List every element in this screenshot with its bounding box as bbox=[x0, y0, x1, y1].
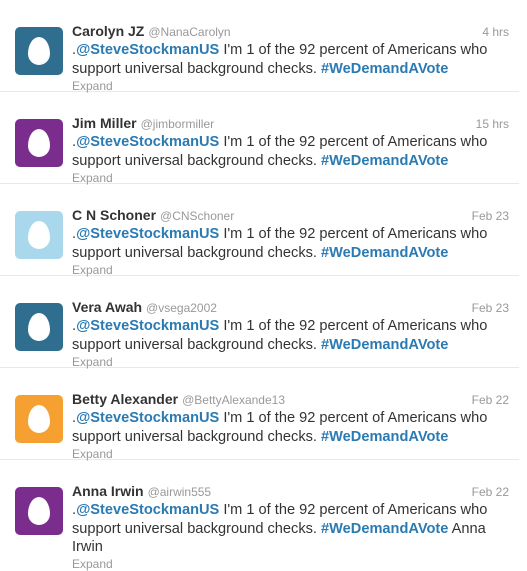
tweet-hashtag-link[interactable]: #WeDemandAVote bbox=[321, 61, 448, 77]
tweet-author-name[interactable]: Betty Alexander bbox=[72, 391, 178, 407]
tweet-author-name[interactable]: Carolyn JZ bbox=[72, 23, 144, 39]
tweet-header: C N Schoner @CNSchoner Feb 23 bbox=[72, 207, 509, 225]
tweet-text: .@SteveStockmanUS I'm 1 of the 92 percen… bbox=[72, 317, 507, 354]
tweet-hashtag-link[interactable]: #WeDemandAVote bbox=[321, 153, 448, 169]
default-egg-avatar-icon bbox=[28, 405, 50, 433]
tweet-timestamp[interactable]: Feb 22 bbox=[472, 485, 509, 499]
tweet-header: Jim Miller @jimbormiller 15 hrs bbox=[72, 115, 509, 133]
expand-link[interactable]: Expand bbox=[72, 557, 113, 571]
tweet-author-handle[interactable]: @vsega2002 bbox=[146, 301, 217, 315]
tweet-timestamp[interactable]: Feb 22 bbox=[472, 393, 509, 407]
tweet-item[interactable]: Carolyn JZ @NanaCarolyn 4 hrs .@SteveSto… bbox=[0, 0, 519, 93]
avatar[interactable] bbox=[15, 27, 63, 75]
tweet-header: Anna Irwin @airwin555 Feb 22 bbox=[72, 483, 509, 501]
tweet-header: Vera Awah @vsega2002 Feb 23 bbox=[72, 299, 509, 317]
tweet-author-handle[interactable]: @BettyAlexande13 bbox=[182, 393, 285, 407]
tweet-item[interactable]: Vera Awah @vsega2002 Feb 23 .@SteveStock… bbox=[0, 276, 519, 369]
tweet-hashtag-link[interactable]: #WeDemandAVote bbox=[321, 521, 448, 537]
tweet-hashtag-link[interactable]: #WeDemandAVote bbox=[321, 245, 448, 261]
tweet-mention-link[interactable]: @SteveStockmanUS bbox=[76, 42, 219, 58]
expand-link[interactable]: Expand bbox=[72, 447, 113, 461]
avatar[interactable] bbox=[15, 395, 63, 443]
tweet-timestamp[interactable]: 15 hrs bbox=[476, 117, 509, 131]
tweet-author-name[interactable]: Anna Irwin bbox=[72, 483, 144, 499]
expand-link[interactable]: Expand bbox=[72, 171, 113, 185]
tweet-text: .@SteveStockmanUS I'm 1 of the 92 percen… bbox=[72, 133, 507, 170]
avatar[interactable] bbox=[15, 303, 63, 351]
tweet-timestamp[interactable]: Feb 23 bbox=[472, 209, 509, 223]
tweet-mention-link[interactable]: @SteveStockmanUS bbox=[76, 318, 219, 334]
tweet-author-name[interactable]: Vera Awah bbox=[72, 299, 142, 315]
tweet-author-name[interactable]: C N Schoner bbox=[72, 207, 156, 223]
tweet-author-handle[interactable]: @CNSchoner bbox=[160, 209, 234, 223]
tweet-item[interactable]: C N Schoner @CNSchoner Feb 23 .@SteveSto… bbox=[0, 184, 519, 277]
tweet-text: .@SteveStockmanUS I'm 1 of the 92 percen… bbox=[72, 501, 507, 557]
expand-link[interactable]: Expand bbox=[72, 355, 113, 369]
default-egg-avatar-icon bbox=[28, 497, 50, 525]
tweet-item[interactable]: Jim Miller @jimbormiller 15 hrs .@SteveS… bbox=[0, 92, 519, 185]
expand-link[interactable]: Expand bbox=[72, 263, 113, 277]
tweet-mention-link[interactable]: @SteveStockmanUS bbox=[76, 502, 219, 518]
tweet-header: Betty Alexander @BettyAlexande13 Feb 22 bbox=[72, 391, 509, 409]
tweet-author-name[interactable]: Jim Miller bbox=[72, 115, 137, 131]
tweet-mention-link[interactable]: @SteveStockmanUS bbox=[76, 134, 219, 150]
tweet-item[interactable]: Betty Alexander @BettyAlexande13 Feb 22 … bbox=[0, 368, 519, 461]
expand-link[interactable]: Expand bbox=[72, 79, 113, 93]
default-egg-avatar-icon bbox=[28, 313, 50, 341]
avatar[interactable] bbox=[15, 119, 63, 167]
tweet-author-handle[interactable]: @jimbormiller bbox=[141, 117, 215, 131]
default-egg-avatar-icon bbox=[28, 221, 50, 249]
tweet-mention-link[interactable]: @SteveStockmanUS bbox=[76, 410, 219, 426]
tweet-text: .@SteveStockmanUS I'm 1 of the 92 percen… bbox=[72, 41, 507, 78]
tweet-text: .@SteveStockmanUS I'm 1 of the 92 percen… bbox=[72, 225, 507, 262]
tweet-mention-link[interactable]: @SteveStockmanUS bbox=[76, 226, 219, 242]
default-egg-avatar-icon bbox=[28, 37, 50, 65]
avatar[interactable] bbox=[15, 487, 63, 535]
tweet-timeline: Carolyn JZ @NanaCarolyn 4 hrs .@SteveSto… bbox=[0, 0, 519, 571]
tweet-item[interactable]: Anna Irwin @airwin555 Feb 22 .@SteveStoc… bbox=[0, 460, 519, 571]
tweet-author-handle[interactable]: @airwin555 bbox=[148, 485, 212, 499]
tweet-header: Carolyn JZ @NanaCarolyn 4 hrs bbox=[72, 23, 509, 41]
tweet-hashtag-link[interactable]: #WeDemandAVote bbox=[321, 337, 448, 353]
tweet-timestamp[interactable]: 4 hrs bbox=[482, 25, 509, 39]
default-egg-avatar-icon bbox=[28, 129, 50, 157]
tweet-hashtag-link[interactable]: #WeDemandAVote bbox=[321, 429, 448, 445]
tweet-author-handle[interactable]: @NanaCarolyn bbox=[148, 25, 230, 39]
tweet-text: .@SteveStockmanUS I'm 1 of the 92 percen… bbox=[72, 409, 507, 446]
avatar[interactable] bbox=[15, 211, 63, 259]
tweet-timestamp[interactable]: Feb 23 bbox=[472, 301, 509, 315]
